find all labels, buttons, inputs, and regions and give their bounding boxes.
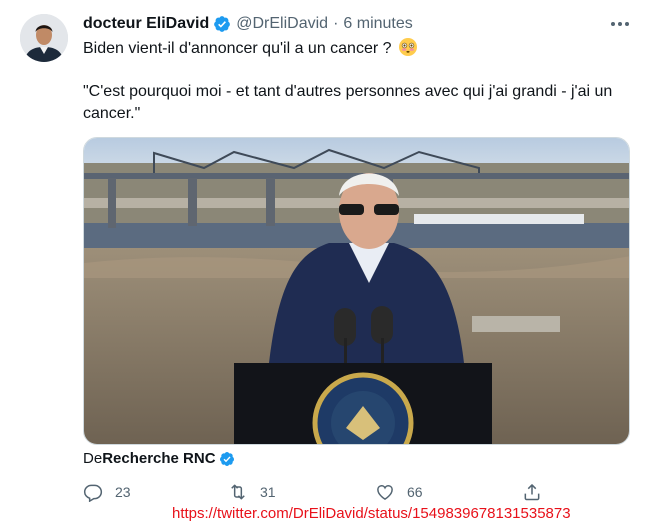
tweet-actions: 23 31 66 bbox=[83, 482, 542, 502]
retweet-button[interactable]: 31 bbox=[228, 482, 375, 502]
like-count: 66 bbox=[407, 484, 423, 500]
tweet-media-image[interactable] bbox=[83, 137, 630, 445]
retweet-count: 31 bbox=[260, 484, 276, 500]
source-url-watermark: https://twitter.com/DrEliDavid/status/15… bbox=[172, 505, 571, 522]
tweet-text-line1: Biden vient-il d'annoncer qu'il a un can… bbox=[83, 37, 633, 60]
share-button[interactable] bbox=[522, 482, 542, 502]
flushed-face-emoji-icon bbox=[398, 38, 417, 56]
source-account[interactable]: Recherche RNC bbox=[102, 450, 215, 467]
tweet-quote-text: "C'est pourquoi moi - et tant d'autres p… bbox=[83, 83, 613, 122]
avatar[interactable] bbox=[20, 14, 68, 62]
tweet-question: Biden vient-il d'annoncer qu'il a un can… bbox=[83, 40, 392, 57]
tweet-card: docteur EliDavid @DrEliDavid · 6 minutes… bbox=[0, 0, 650, 527]
verified-badge-icon bbox=[214, 16, 231, 32]
separator-dot: · bbox=[333, 15, 339, 32]
author-name[interactable]: docteur EliDavid bbox=[83, 15, 209, 33]
source-prefix: De bbox=[83, 450, 103, 467]
tweet-header: docteur EliDavid @DrEliDavid · 6 minutes bbox=[83, 13, 413, 35]
tweet-timestamp[interactable]: 6 minutes bbox=[343, 15, 412, 33]
reply-icon bbox=[83, 484, 103, 502]
like-button[interactable]: 66 bbox=[375, 482, 522, 502]
author-handle[interactable]: @DrEliDavid bbox=[236, 15, 328, 33]
share-icon bbox=[524, 484, 540, 501]
media-source: De Recherche RNC bbox=[83, 450, 235, 467]
reply-count: 23 bbox=[115, 484, 131, 500]
more-options-icon[interactable] bbox=[605, 13, 635, 35]
source-verified-badge-icon bbox=[219, 451, 234, 466]
reply-button[interactable]: 23 bbox=[83, 482, 228, 502]
retweet-icon bbox=[231, 484, 245, 500]
heart-icon bbox=[377, 485, 393, 500]
